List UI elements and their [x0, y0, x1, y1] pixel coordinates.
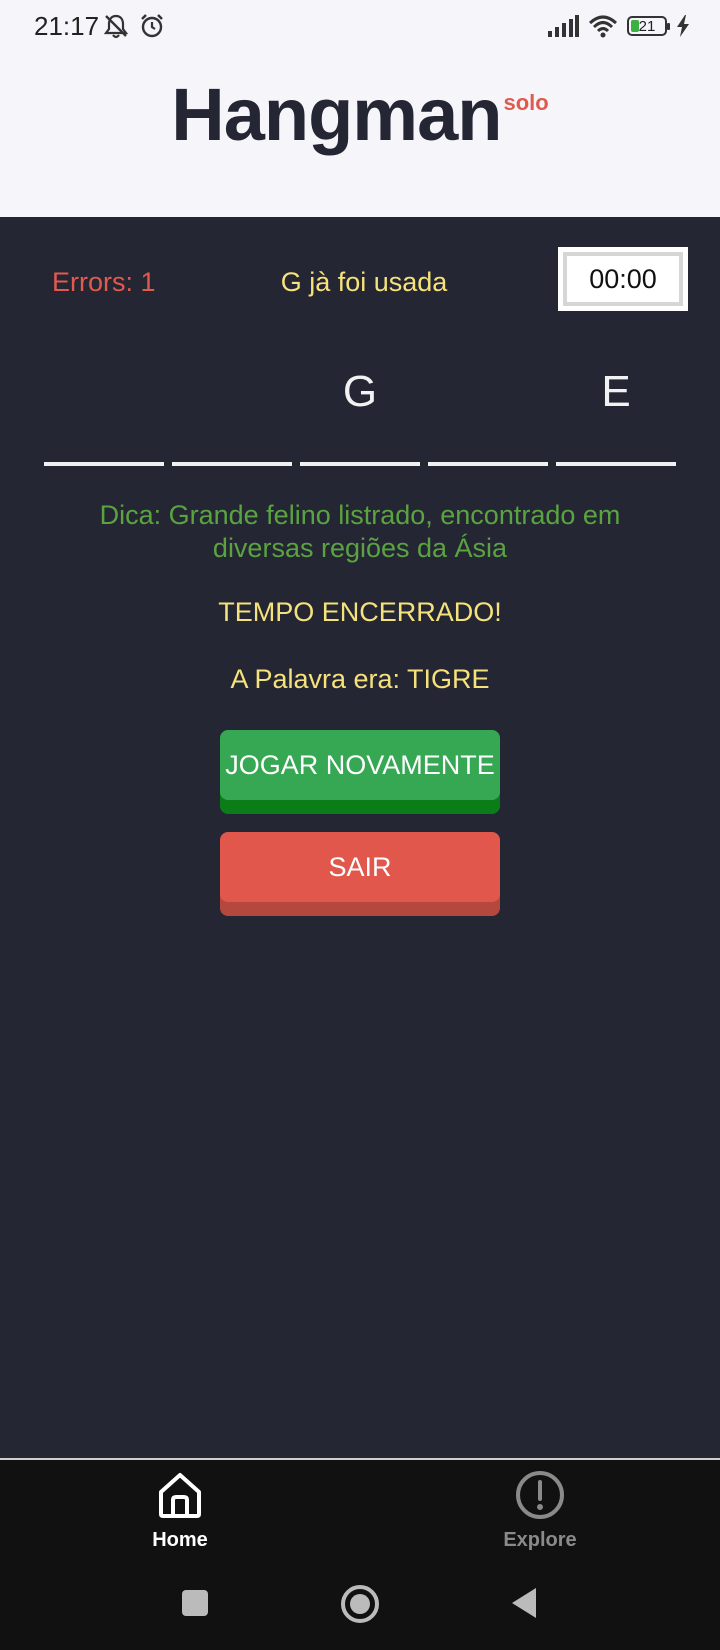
slot-underline	[300, 462, 420, 466]
slot-underline	[44, 462, 164, 466]
alarm-icon	[141, 14, 163, 38]
slot-letter: G	[342, 367, 378, 416]
slot-underline	[172, 462, 292, 466]
letter-slot	[44, 347, 164, 466]
letter-slot: E	[556, 347, 676, 466]
nav-label-explore: Explore	[503, 1529, 577, 1551]
slot-underline	[556, 462, 676, 466]
letter-slot: G	[300, 347, 420, 466]
wifi-icon	[588, 15, 618, 38]
answer-text: A Palavra era: TIGRE	[230, 664, 490, 694]
home-circle-icon[interactable]	[340, 1584, 380, 1624]
nav-item-explore[interactable]: Explore	[460, 1470, 620, 1552]
status-bar: 21:17 21	[0, 0, 720, 54]
app-header: Hangmansolo	[0, 54, 720, 217]
bottom-nav: Home Explore	[0, 1458, 720, 1558]
slot-letter: E	[601, 367, 631, 416]
battery-icon: 21	[627, 16, 670, 36]
word-slots: G E	[44, 347, 676, 466]
letter-slot	[172, 347, 292, 466]
status-right-icons: 21	[547, 14, 690, 38]
charging-icon	[677, 15, 689, 37]
timer: 00:00	[558, 247, 688, 311]
battery-level: 21	[638, 17, 656, 35]
hint-text: Dica: Grande felino listrado, encontrado…	[99, 500, 621, 563]
back-icon[interactable]	[508, 1586, 538, 1620]
home-icon	[159, 1473, 201, 1518]
app-title: Hangman	[171, 73, 502, 156]
app-subtitle: solo	[503, 90, 549, 115]
mute-bell-icon	[103, 14, 129, 39]
system-nav-bar	[0, 1558, 720, 1650]
exit-button[interactable]: SAIR	[220, 832, 500, 902]
game-area: G jà foi usada Errors: 1 00:00 G E Dica:…	[0, 217, 720, 1458]
nav-item-home[interactable]: Home	[100, 1470, 260, 1552]
letter-slot	[428, 347, 548, 466]
game-status: TEMPO ENCERRADO!	[218, 597, 502, 627]
slot-underline	[428, 462, 548, 466]
signal-icon	[548, 15, 579, 37]
timer-value: 00:00	[563, 252, 683, 306]
explore-icon	[516, 1471, 564, 1519]
errors-counter: Errors: 1	[52, 267, 156, 297]
status-time: 21:17	[34, 11, 100, 41]
play-again-button[interactable]: JOGAR NOVAMENTE	[220, 730, 500, 800]
recents-icon[interactable]	[180, 1588, 210, 1618]
status-left-icons	[102, 12, 166, 40]
nav-label-home: Home	[152, 1529, 208, 1551]
